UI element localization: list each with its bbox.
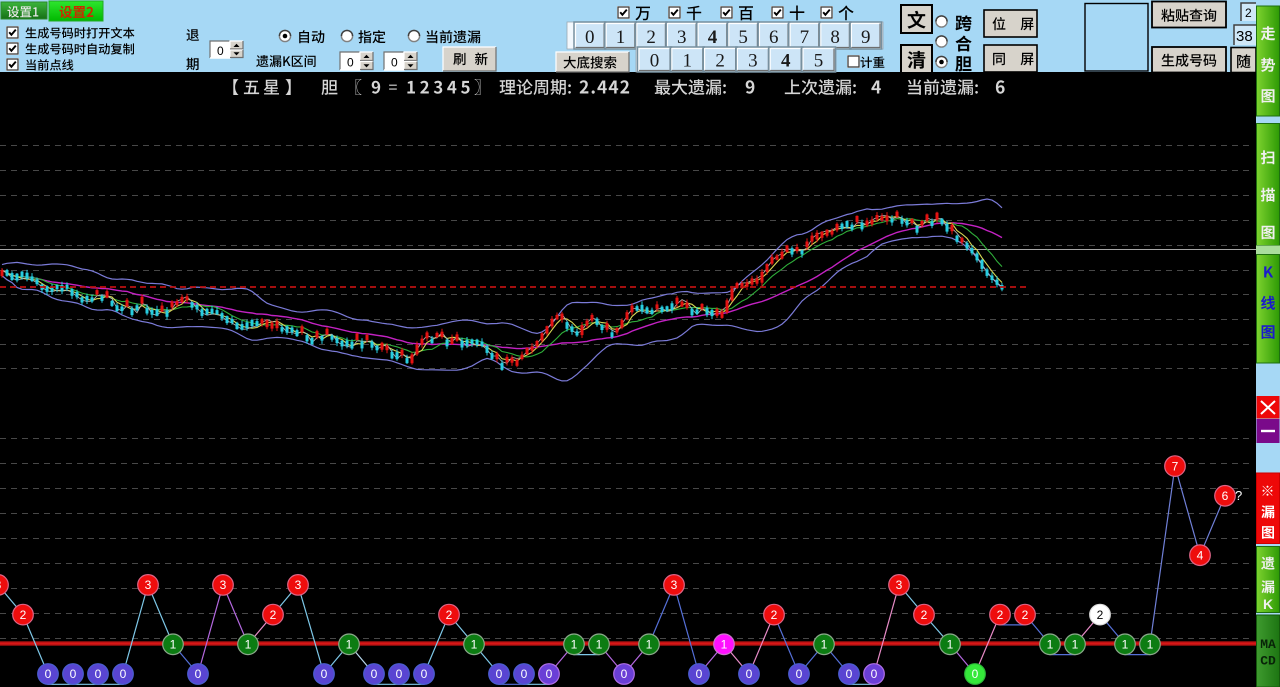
svg-text:6: 6 bbox=[769, 27, 779, 48]
svg-text:7: 7 bbox=[800, 27, 810, 48]
svg-text:K: K bbox=[1263, 596, 1273, 612]
svg-text:1: 1 bbox=[947, 638, 954, 652]
svg-text:0: 0 bbox=[321, 667, 328, 681]
svg-text:6: 6 bbox=[1222, 489, 1229, 503]
svg-text:1: 1 bbox=[683, 51, 693, 72]
svg-text:2: 2 bbox=[1022, 608, 1029, 622]
svg-text:3: 3 bbox=[896, 578, 903, 592]
svg-text:4: 4 bbox=[708, 27, 718, 48]
svg-text:1: 1 bbox=[646, 638, 653, 652]
svg-text:1: 1 bbox=[1122, 638, 1129, 652]
svg-text:1: 1 bbox=[1072, 638, 1079, 652]
svg-text:0: 0 bbox=[347, 56, 354, 70]
svg-text:1: 1 bbox=[1047, 638, 1054, 652]
svg-text:2: 2 bbox=[771, 608, 778, 622]
svg-text:3: 3 bbox=[748, 51, 758, 72]
svg-text:38: 38 bbox=[1236, 28, 1253, 45]
svg-text:1: 1 bbox=[596, 638, 603, 652]
svg-text:1: 1 bbox=[170, 638, 177, 652]
svg-text:0: 0 bbox=[391, 56, 398, 70]
svg-text:5: 5 bbox=[814, 51, 824, 72]
svg-text:2: 2 bbox=[446, 608, 453, 622]
svg-text:3: 3 bbox=[145, 578, 152, 592]
svg-text:3: 3 bbox=[671, 578, 678, 592]
svg-text:MA: MA bbox=[1260, 637, 1276, 652]
svg-text:0: 0 bbox=[396, 667, 403, 681]
svg-text:1: 1 bbox=[245, 638, 252, 652]
svg-text:1: 1 bbox=[571, 638, 578, 652]
svg-text:CD: CD bbox=[1260, 654, 1276, 669]
svg-text:7: 7 bbox=[1172, 459, 1179, 473]
svg-text:4: 4 bbox=[781, 51, 791, 72]
svg-text:0: 0 bbox=[521, 667, 528, 681]
svg-text:1: 1 bbox=[346, 638, 353, 652]
svg-text:2: 2 bbox=[921, 608, 928, 622]
svg-text:1: 1 bbox=[721, 638, 728, 652]
svg-text:0: 0 bbox=[496, 667, 503, 681]
svg-text:1: 1 bbox=[1147, 638, 1154, 652]
svg-text:9: 9 bbox=[861, 27, 871, 48]
svg-text:4: 4 bbox=[1197, 548, 1204, 562]
svg-text:2: 2 bbox=[20, 608, 27, 622]
svg-text:1: 1 bbox=[471, 638, 478, 652]
svg-text:0: 0 bbox=[217, 44, 224, 58]
svg-text:8: 8 bbox=[830, 27, 840, 48]
svg-text:2: 2 bbox=[997, 608, 1004, 622]
svg-text:0: 0 bbox=[746, 667, 753, 681]
svg-text:0: 0 bbox=[796, 667, 803, 681]
svg-text:0: 0 bbox=[650, 51, 660, 72]
svg-text:0: 0 bbox=[696, 667, 703, 681]
svg-text:5: 5 bbox=[738, 27, 748, 48]
svg-text:2: 2 bbox=[646, 27, 656, 48]
svg-text:0: 0 bbox=[95, 667, 102, 681]
svg-text:1: 1 bbox=[616, 27, 626, 48]
svg-text:0: 0 bbox=[120, 667, 127, 681]
svg-text:2: 2 bbox=[1097, 608, 1104, 622]
svg-text:0: 0 bbox=[846, 667, 853, 681]
svg-text:0: 0 bbox=[70, 667, 77, 681]
svg-text:?: ? bbox=[1235, 488, 1242, 503]
svg-text:0: 0 bbox=[421, 667, 428, 681]
svg-text:0: 0 bbox=[871, 667, 878, 681]
svg-text:1: 1 bbox=[821, 638, 828, 652]
svg-text:0: 0 bbox=[972, 667, 979, 681]
svg-text:0: 0 bbox=[371, 667, 378, 681]
svg-text:3: 3 bbox=[220, 578, 227, 592]
svg-text:3: 3 bbox=[295, 578, 302, 592]
svg-text:2: 2 bbox=[1245, 6, 1252, 20]
svg-text:2: 2 bbox=[715, 51, 725, 72]
svg-text:0: 0 bbox=[585, 27, 595, 48]
svg-text:3: 3 bbox=[677, 27, 687, 48]
svg-text:0: 0 bbox=[621, 667, 628, 681]
svg-text:2: 2 bbox=[270, 608, 277, 622]
svg-text:0: 0 bbox=[546, 667, 553, 681]
svg-text:0: 0 bbox=[195, 667, 202, 681]
svg-text:0: 0 bbox=[45, 667, 52, 681]
